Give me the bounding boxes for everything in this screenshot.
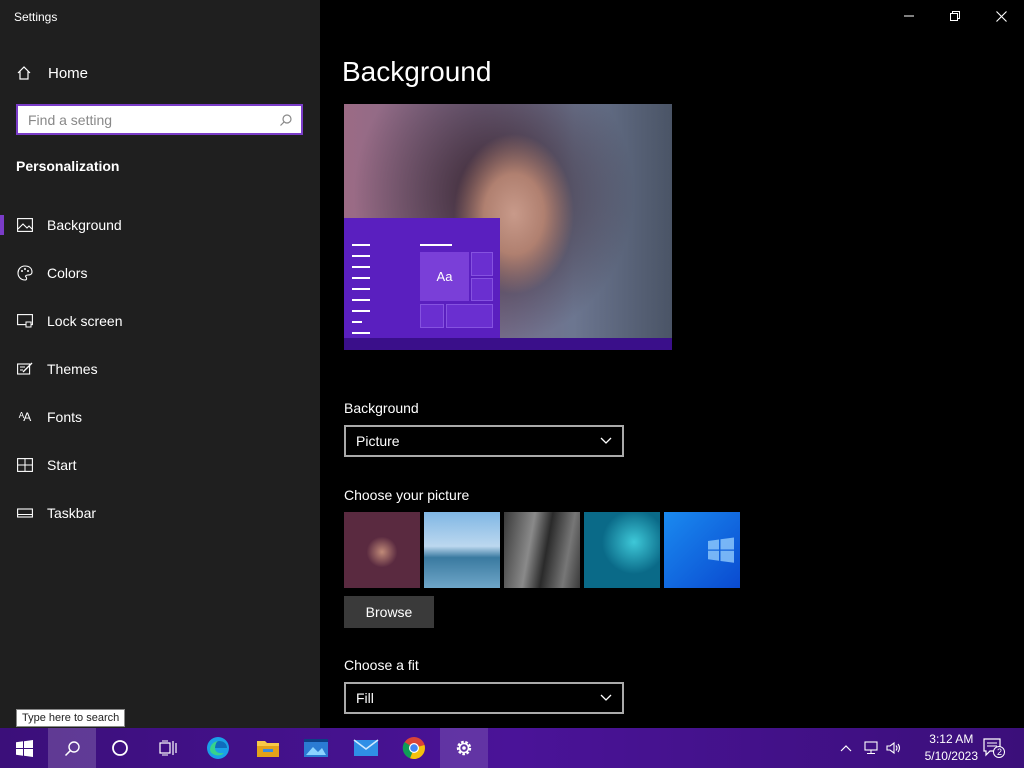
picture-thumbnails (344, 512, 740, 588)
picture-thumbnail-beach[interactable] (424, 512, 500, 588)
nav-item-taskbar[interactable]: Taskbar (0, 489, 320, 537)
windows-start-icon (15, 739, 33, 757)
personalization-nav: Background Colors Lock screen Themes ᴬA … (0, 201, 320, 537)
show-hidden-icons-button[interactable] (834, 728, 858, 768)
nav-label-themes: Themes (47, 361, 98, 377)
themes-icon (16, 361, 33, 378)
file-explorer-button[interactable] (244, 728, 292, 768)
preview-tile (420, 304, 444, 328)
cortana-icon (112, 740, 128, 756)
mail-icon (353, 739, 379, 756)
nav-label-fonts: Fonts (47, 409, 83, 425)
settings-taskbar-button[interactable] (440, 728, 488, 768)
preview-menu-lines (352, 244, 370, 343)
home-link[interactable]: Home (16, 62, 88, 84)
chrome-icon (402, 737, 425, 760)
notification-count-badge: 2 (997, 747, 1003, 757)
network-button[interactable] (859, 728, 883, 768)
palette-icon (16, 265, 33, 282)
task-view-button[interactable] (144, 728, 192, 768)
nav-label-taskbar: Taskbar (47, 505, 97, 521)
preview-tile (471, 278, 493, 301)
background-preview: Aa (344, 104, 672, 350)
browse-button[interactable]: Browse (344, 596, 434, 628)
taskbar-clock[interactable]: 3:12 AM 5/10/2023 (925, 731, 978, 765)
settings-search-input[interactable] (18, 106, 275, 133)
action-center-button[interactable]: 2 (980, 728, 1008, 768)
windows-logo-icon (708, 537, 734, 563)
volume-button[interactable] (882, 728, 906, 768)
nav-item-background[interactable]: Background (0, 201, 320, 249)
lock-screen-icon (16, 313, 33, 330)
gear-icon (456, 740, 472, 756)
picture-thumbnail-underwater[interactable] (584, 512, 660, 588)
choose-fit-label: Choose a fit (344, 657, 419, 673)
picture-thumbnail-waterfall[interactable] (504, 512, 580, 588)
nav-label-start: Start (47, 457, 77, 473)
cortana-button[interactable] (96, 728, 144, 768)
preview-taskbar (344, 338, 672, 350)
photos-button[interactable] (292, 728, 340, 768)
window-title: Settings (14, 10, 58, 24)
close-icon (995, 10, 1007, 22)
settings-search-box[interactable] (16, 104, 303, 135)
search-icon (64, 740, 80, 756)
picture-icon (16, 217, 33, 234)
start-button[interactable] (0, 728, 48, 768)
clock-time: 3:12 AM (929, 732, 974, 746)
nav-item-fonts[interactable]: ᴬA Fonts (0, 393, 320, 441)
nav-label-lock-screen: Lock screen (47, 313, 123, 329)
background-dropdown-value: Picture (356, 433, 400, 449)
task-view-icon (159, 740, 177, 756)
fonts-icon: ᴬA (18, 410, 31, 424)
network-icon (864, 741, 878, 754)
edge-icon (207, 737, 229, 759)
nav-item-start[interactable]: Start (0, 441, 320, 489)
chevron-up-icon (840, 745, 852, 752)
background-label: Background (344, 400, 419, 416)
chrome-button[interactable] (390, 728, 438, 768)
mail-button[interactable] (342, 728, 390, 768)
restore-icon (950, 11, 960, 21)
preview-tile-aa: Aa (420, 252, 469, 301)
folder-icon (257, 741, 279, 757)
fit-dropdown-value: Fill (356, 690, 374, 706)
volume-icon (886, 741, 901, 755)
taskbar-search-button[interactable] (48, 728, 96, 768)
photos-icon (304, 739, 328, 757)
chevron-down-icon (600, 437, 612, 444)
picture-thumbnail-windows[interactable] (664, 512, 740, 588)
windows-taskbar: 3:12 AM 5/10/2023 2 (0, 728, 1024, 768)
nav-label-colors: Colors (47, 265, 88, 281)
close-button[interactable] (978, 0, 1024, 32)
nav-item-lock-screen[interactable]: Lock screen (0, 297, 320, 345)
picture-thumbnail-portrait[interactable] (344, 512, 420, 588)
start-icon (16, 457, 33, 474)
section-title: Personalization (16, 158, 120, 174)
preview-tile-header (420, 244, 452, 246)
minimize-icon (904, 15, 914, 17)
minimize-button[interactable] (886, 0, 932, 32)
nav-label-background: Background (47, 217, 122, 233)
home-label: Home (48, 64, 89, 82)
edge-button[interactable] (194, 728, 242, 768)
clock-date: 5/10/2023 (924, 749, 978, 763)
nav-item-themes[interactable]: Themes (0, 345, 320, 393)
settings-sidebar: Settings Home Personalization Background… (0, 0, 320, 728)
search-icon[interactable] (275, 109, 297, 131)
restore-button[interactable] (932, 0, 978, 32)
fit-dropdown[interactable]: Fill (344, 682, 624, 714)
preview-tile (471, 252, 493, 276)
background-dropdown[interactable]: Picture (344, 425, 624, 457)
chevron-down-icon (600, 694, 612, 701)
taskbar-icon (16, 505, 33, 522)
page-title: Background (342, 56, 492, 87)
choose-picture-label: Choose your picture (344, 487, 470, 503)
search-tooltip: Type here to search (16, 709, 126, 727)
home-icon (17, 66, 31, 80)
preview-start-menu: Aa (344, 218, 500, 340)
nav-item-colors[interactable]: Colors (0, 249, 320, 297)
preview-tile (446, 304, 493, 328)
